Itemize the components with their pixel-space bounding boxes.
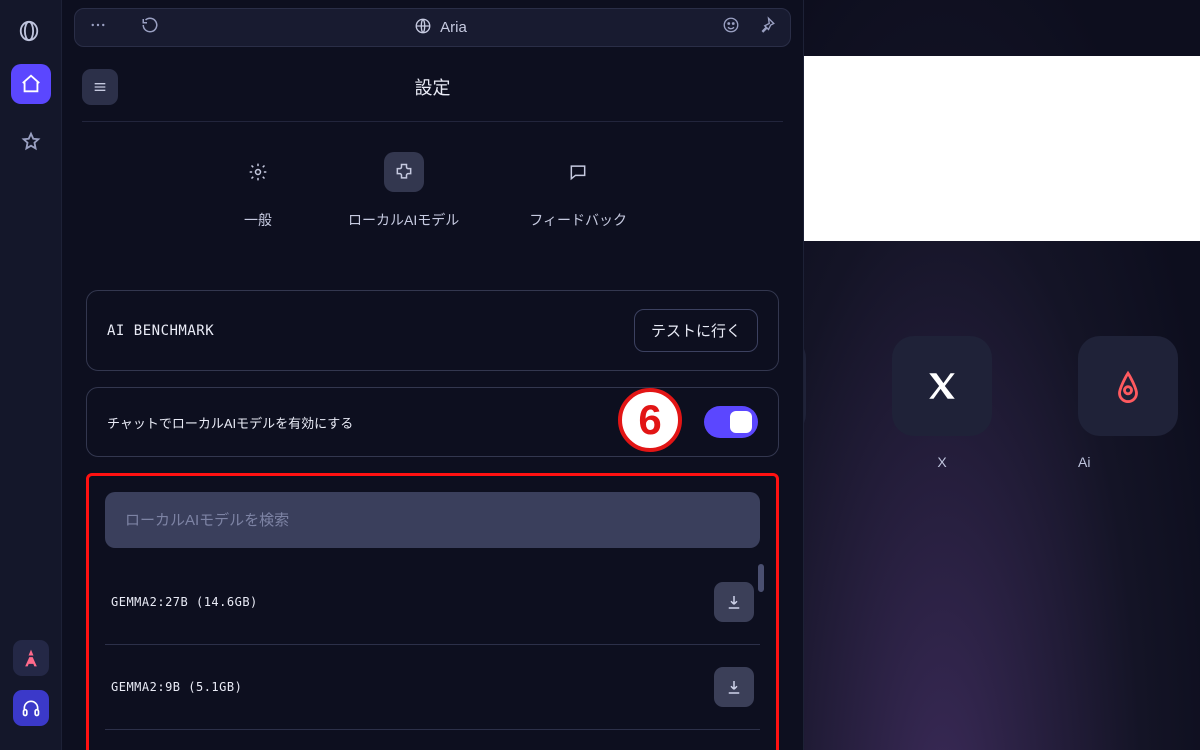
model-row: GEMMA2:27B (14.6GB) bbox=[105, 560, 760, 645]
tab-local-ai-label: ローカルAIモデル bbox=[348, 210, 459, 230]
reddit-icon bbox=[804, 336, 806, 436]
x-icon bbox=[892, 336, 992, 436]
pin-icon[interactable] bbox=[758, 16, 776, 39]
gear-icon bbox=[238, 152, 278, 192]
rail-app-aria[interactable] bbox=[13, 640, 49, 676]
left-rail bbox=[0, 0, 62, 750]
tile-caption: X bbox=[937, 454, 946, 470]
opera-logo-icon bbox=[18, 20, 44, 46]
model-row: GEMMA2:9B (5.1GB) bbox=[105, 645, 760, 730]
benchmark-go-button[interactable]: テストに行く bbox=[634, 309, 758, 352]
model-name: GEMMA2:9B (5.1GB) bbox=[111, 680, 242, 694]
tab-local-ai[interactable]: ローカルAIモデル bbox=[348, 152, 459, 230]
scrollbar-thumb[interactable] bbox=[758, 564, 764, 592]
toolbar-dots-icon[interactable] bbox=[89, 16, 107, 39]
settings-tabs: 一般 ローカルAIモデル フィードバック bbox=[62, 122, 803, 254]
tab-general[interactable]: 一般 bbox=[238, 152, 278, 230]
tab-feedback-label: フィードバック bbox=[529, 210, 627, 230]
tile-caption: Ai bbox=[1078, 454, 1090, 470]
benchmark-label: AI BENCHMARK bbox=[107, 323, 214, 339]
speed-dial-tile-x[interactable]: X bbox=[892, 336, 992, 470]
airbnb-icon bbox=[1078, 336, 1178, 436]
speed-dial-bg: ddit X Ai bbox=[804, 0, 1200, 750]
reload-icon[interactable] bbox=[141, 16, 159, 39]
speed-dial-tile-airbnb[interactable]: Ai bbox=[1078, 336, 1178, 470]
tab-feedback[interactable]: フィードバック bbox=[529, 152, 627, 230]
chat-icon bbox=[558, 152, 598, 192]
model-search[interactable] bbox=[105, 492, 760, 548]
rail-bookmarks-button[interactable] bbox=[11, 122, 51, 162]
rail-home-button[interactable] bbox=[11, 64, 51, 104]
tab-general-label: 一般 bbox=[244, 210, 272, 230]
annotation-step-badge: 6 bbox=[618, 388, 682, 452]
model-search-input[interactable] bbox=[125, 512, 740, 529]
enable-local-toggle[interactable] bbox=[704, 406, 758, 438]
panel-toolbar: Aria bbox=[74, 8, 791, 47]
page-title: 設定 bbox=[82, 74, 783, 100]
aria-panel: Aria 設定 一般 ローカルAIモデル フィードバック bbox=[62, 0, 804, 750]
model-name: GEMMA2:27B (14.6GB) bbox=[111, 595, 258, 609]
bg-banner bbox=[804, 56, 1200, 241]
models-list: GEMMA2:27B (14.6GB) GEMMA2:9B (5.1GB) GE… bbox=[86, 473, 779, 750]
puzzle-icon bbox=[384, 152, 424, 192]
download-button[interactable] bbox=[714, 667, 754, 707]
emoji-icon[interactable] bbox=[722, 16, 740, 39]
rail-app-player[interactable] bbox=[13, 690, 49, 726]
benchmark-card: AI BENCHMARK テストに行く bbox=[86, 290, 779, 371]
panel-title: Aria bbox=[440, 19, 467, 36]
download-button[interactable] bbox=[714, 582, 754, 622]
speed-dial-tile-reddit[interactable]: ddit bbox=[804, 336, 806, 470]
model-row: GEMMA2:27B-INSTRUCT-FP16 (50.7GB) bbox=[105, 730, 760, 750]
globe-icon bbox=[414, 17, 432, 39]
enable-local-label: チャットでローカルAIモデルを有効にする bbox=[107, 413, 353, 432]
